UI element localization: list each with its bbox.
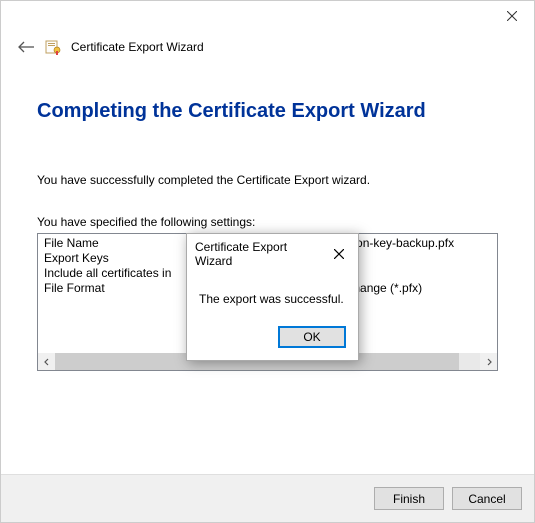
dialog-titlebar: Certificate Export Wizard [187, 234, 358, 274]
close-icon [507, 11, 517, 21]
message-dialog: Certificate Export Wizard The export was… [186, 233, 359, 361]
dialog-button-row: OK [187, 326, 358, 360]
chevron-right-icon [485, 358, 493, 366]
scroll-right-button[interactable] [480, 353, 497, 370]
close-icon [334, 249, 344, 259]
back-arrow-icon [17, 40, 35, 54]
dialog-message: The export was successful. [187, 274, 358, 326]
certificate-icon [45, 39, 61, 55]
window-close-button[interactable] [489, 1, 534, 31]
window-titlebar [1, 1, 534, 31]
page-title: Completing the Certificate Export Wizard [37, 100, 498, 123]
wizard-title: Certificate Export Wizard [71, 40, 204, 54]
dialog-close-button[interactable] [325, 249, 354, 259]
scroll-left-button[interactable] [38, 353, 55, 370]
back-button[interactable] [17, 40, 35, 54]
settings-label: You have specified the following setting… [37, 215, 498, 229]
intro-text: You have successfully completed the Cert… [37, 173, 498, 187]
finish-button[interactable]: Finish [374, 487, 444, 510]
wizard-button-bar: Finish Cancel [1, 474, 534, 522]
wizard-header: Certificate Export Wizard [1, 31, 534, 75]
ok-button[interactable]: OK [278, 326, 346, 348]
chevron-left-icon [43, 358, 51, 366]
dialog-title-text: Certificate Export Wizard [195, 240, 325, 268]
cancel-button[interactable]: Cancel [452, 487, 522, 510]
